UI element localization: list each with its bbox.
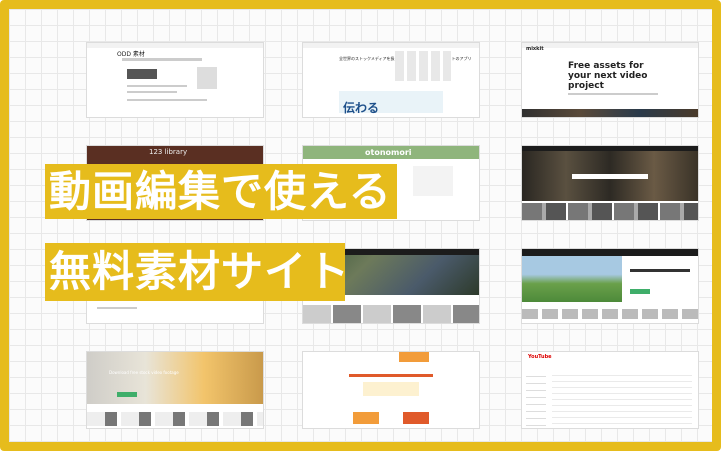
thumbnail-site-1[interactable]: ODD 素材 bbox=[87, 43, 263, 117]
banner-line-1: 動画編集で使える bbox=[45, 164, 397, 219]
banner-line-2: 無料素材サイト bbox=[45, 243, 349, 301]
thumbnail-site-11[interactable] bbox=[303, 352, 479, 428]
thumbnail-site-9[interactable] bbox=[522, 249, 698, 323]
thumbnail-site-6[interactable] bbox=[522, 146, 698, 220]
thumbnail-site-10[interactable]: Download free stock video footage bbox=[87, 352, 263, 428]
thumb-10-caption: Download free stock video footage bbox=[109, 370, 179, 375]
thumb-4-title: 123 library bbox=[149, 148, 188, 156]
thumb-3-title: Free assets for your next video project bbox=[568, 61, 648, 91]
thumb-1-title: ODD 素材 bbox=[117, 51, 145, 58]
page-frame: ODD 素材 全世界のストックメディアを扱うワイヤマティクリー マーケットのアプ… bbox=[0, 0, 721, 451]
thumb-2-headline: 伝わる bbox=[343, 101, 380, 115]
thumb-3-logo: mixkit bbox=[526, 46, 544, 52]
thumb-12-logo: YouTube bbox=[528, 354, 552, 360]
thumbnail-site-2[interactable]: 全世界のストックメディアを扱うワイヤマティクリー マーケットのアプリ 伝わる bbox=[303, 43, 479, 117]
thumbnail-site-12[interactable]: YouTube bbox=[522, 352, 698, 428]
thumb-5-title: otonomori bbox=[365, 148, 412, 157]
thumbnail-site-3[interactable]: mixkit Free assets for your next video p… bbox=[522, 43, 698, 117]
